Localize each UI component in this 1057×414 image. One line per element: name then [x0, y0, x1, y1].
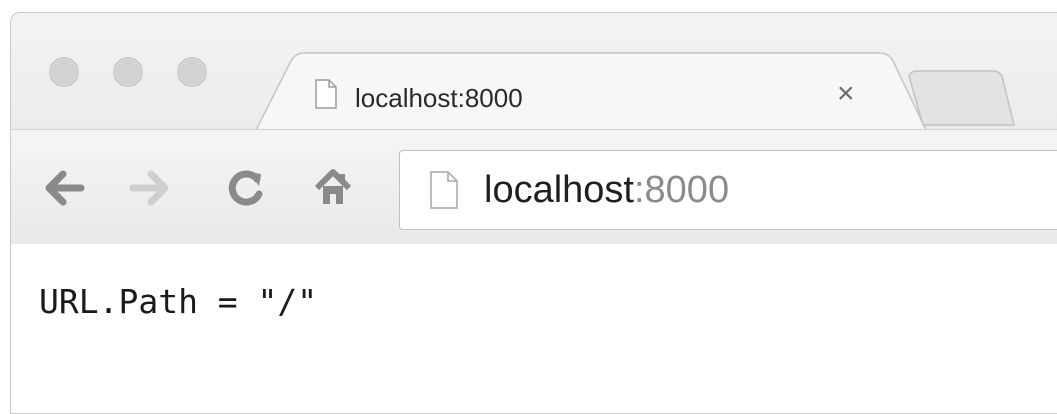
- address-bar[interactable]: localhost:8000: [399, 150, 1057, 230]
- url-host: localhost: [484, 169, 634, 211]
- browser-toolbar: localhost:8000: [11, 129, 1057, 245]
- url-port: :8000: [633, 169, 730, 211]
- home-icon[interactable]: [311, 166, 355, 210]
- page-body-text: URL.Path = "/": [39, 282, 318, 321]
- address-bar-url: localhost:8000: [484, 169, 729, 212]
- new-tab-button[interactable]: [11, 13, 1057, 131]
- tab-strip: localhost:8000 ×: [11, 13, 1057, 131]
- page-icon: [430, 171, 458, 209]
- forward-arrow-icon[interactable]: [129, 166, 173, 210]
- browser-window: localhost:8000 × localhost:8000 URL.Path…: [10, 12, 1057, 414]
- reload-icon[interactable]: [223, 166, 267, 210]
- back-arrow-icon[interactable]: [41, 166, 85, 210]
- page-content: URL.Path = "/": [11, 244, 1057, 413]
